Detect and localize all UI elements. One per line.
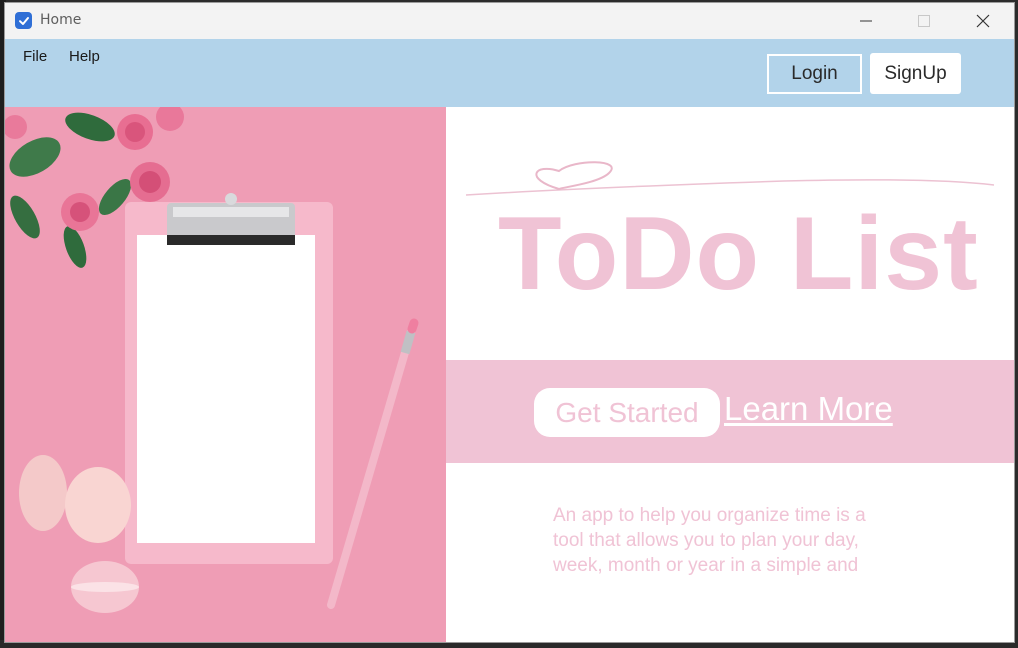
page-title: ToDo List: [498, 196, 979, 312]
login-button[interactable]: Login: [767, 54, 862, 94]
minimize-button[interactable]: [843, 3, 889, 39]
minimize-icon: [860, 20, 872, 22]
window-title: Home: [40, 12, 82, 28]
maximize-icon: [918, 15, 930, 27]
clipboard-graphic: [125, 193, 333, 564]
learn-more-link[interactable]: Learn More: [724, 390, 893, 428]
menu-help[interactable]: Help: [65, 46, 104, 67]
maximize-button[interactable]: [901, 3, 947, 39]
cta-band: Get Started Learn More: [446, 360, 1014, 463]
hero-image: [5, 107, 446, 642]
get-started-button[interactable]: Get Started: [534, 388, 720, 437]
signup-button[interactable]: SignUp: [870, 53, 961, 94]
app-description: An app to help you organize time is a to…: [553, 505, 866, 576]
main-panel: ToDo List Get Started Learn More An app …: [446, 107, 1014, 642]
close-button[interactable]: [960, 3, 1006, 39]
menu-file[interactable]: File: [19, 46, 51, 67]
menu-bar: File Help Login SignUp: [5, 39, 1014, 107]
close-icon: [976, 14, 990, 28]
clipboard-flowers-image: [5, 107, 446, 642]
app-window: Home File Help Login SignUp ToDo List Ge…: [4, 2, 1015, 643]
title-bar: Home: [5, 3, 1014, 39]
check-app-icon: [15, 12, 32, 29]
